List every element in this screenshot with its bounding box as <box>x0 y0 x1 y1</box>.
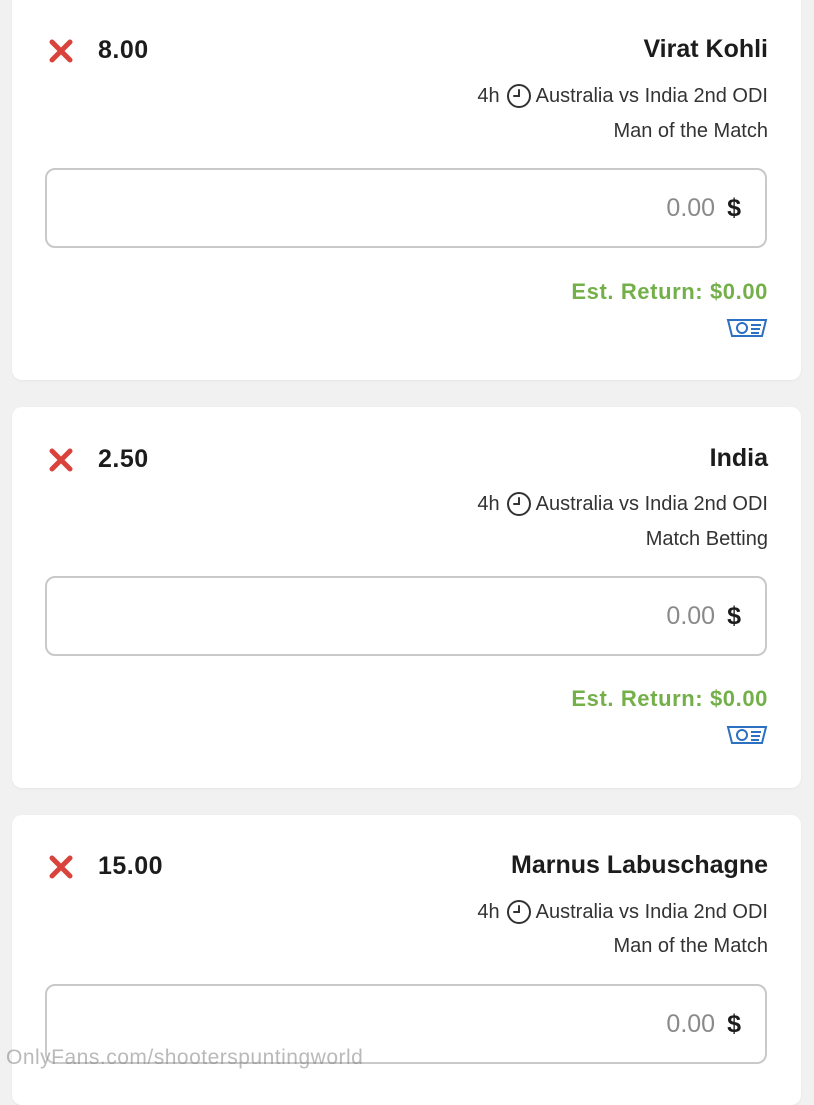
stake-input[interactable]: 0.00 $ <box>45 168 767 248</box>
estimated-return: Est. Return: $0.00 <box>571 686 768 711</box>
start-time: 4h <box>477 900 500 923</box>
cash-ticket-icon[interactable] <box>726 724 768 746</box>
market-name: Match Betting <box>645 528 768 550</box>
stake-placeholder: 0.00 <box>666 193 716 222</box>
stake-placeholder: 0.00 <box>666 601 716 630</box>
cash-ticket-icon[interactable] <box>726 317 768 339</box>
watermark: OnlyFans.com/shooterspuntingworld <box>6 1046 364 1069</box>
odds-value: 15.00 <box>98 852 164 880</box>
odds-group: 15.00 <box>48 852 163 881</box>
market-name: Man of the Match <box>613 935 768 957</box>
estimated-return: Est. Return: $0.00 <box>571 279 768 304</box>
bet-card: 8.00 Virat Kohli 4h Australia vs India 2… <box>12 0 801 380</box>
clock-icon <box>506 492 531 516</box>
stake-input[interactable]: 0.00 $ <box>45 576 767 656</box>
bet-card: 2.50 India 4h Australia vs India 2nd ODI… <box>12 407 801 788</box>
event-name: Australia vs India 2nd ODI <box>535 492 768 515</box>
currency-symbol: $ <box>727 193 741 222</box>
event-line: 4h Australia vs India 2nd ODI <box>477 899 768 925</box>
event-name: Australia vs India 2nd ODI <box>535 900 768 923</box>
selection-name: India <box>709 444 768 472</box>
remove-bet-icon[interactable] <box>48 854 74 880</box>
event-line: 4h Australia vs India 2nd ODI <box>477 83 768 109</box>
event-line: 4h Australia vs India 2nd ODI <box>477 491 768 517</box>
clock-icon <box>506 84 531 108</box>
start-time: 4h <box>477 84 500 107</box>
odds-group: 2.50 <box>48 445 149 474</box>
odds-value: 8.00 <box>98 36 149 64</box>
currency-symbol: $ <box>727 1009 741 1038</box>
start-time: 4h <box>477 492 500 515</box>
currency-symbol: $ <box>727 601 741 630</box>
selection-name: Virat Kohli <box>643 35 768 63</box>
market-name: Man of the Match <box>613 120 768 142</box>
remove-bet-icon[interactable] <box>48 38 74 64</box>
clock-icon <box>506 900 531 924</box>
odds-group: 8.00 <box>48 36 149 65</box>
event-name: Australia vs India 2nd ODI <box>535 84 768 107</box>
selection-name: Marnus Labuschagne <box>511 851 768 879</box>
odds-value: 2.50 <box>98 445 149 473</box>
stake-placeholder: 0.00 <box>666 1009 716 1038</box>
remove-bet-icon[interactable] <box>48 447 74 473</box>
